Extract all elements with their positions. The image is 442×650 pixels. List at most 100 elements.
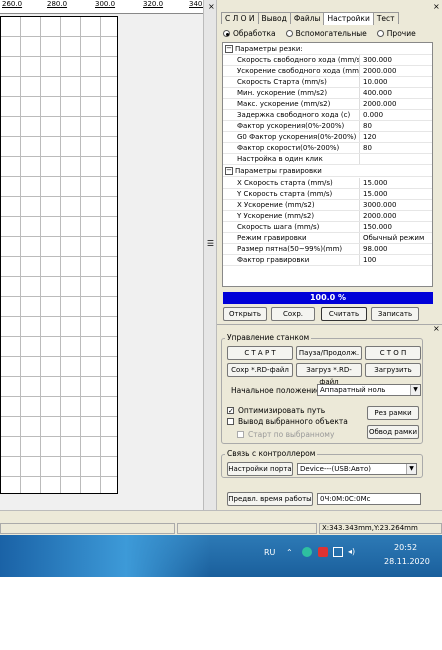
clock-date[interactable]: 28.11.2020 — [384, 557, 430, 567]
param-key: Фактор гравировки — [237, 255, 360, 265]
start-selected-label: Старт по выбранному — [248, 430, 335, 439]
param-value[interactable]: 10.000 — [363, 77, 431, 87]
output-selected-checkbox[interactable] — [227, 418, 234, 425]
param-row[interactable]: Ускорение свободного хода (mm/s2) 2000.00… — [223, 66, 432, 77]
optimize-checkbox[interactable]: ✓ — [227, 407, 234, 415]
tab-bar: С Л О И Вывод Файлы Настройки Тест — [221, 12, 399, 25]
progress-bar: 100.0 % — [223, 292, 433, 304]
open-button[interactable]: Открыть — [223, 307, 267, 321]
panel-splitter[interactable]: × ☰ — [203, 0, 217, 510]
start-selected-checkbox[interactable] — [237, 431, 244, 438]
windows-taskbar: RU ⌃ ◂) 20:52 28.11.2020 — [0, 535, 442, 577]
write-button[interactable]: Записать — [371, 307, 419, 321]
group-cut-params[interactable]: − Параметры резки: — [223, 44, 432, 55]
radio-other[interactable]: Прочие — [376, 29, 416, 38]
param-row[interactable]: Размер пятна(50~99%)(mm) 98.000 — [223, 244, 432, 255]
load-rd-button[interactable]: Загруз *.RD-файл — [296, 363, 362, 386]
estimate-time-button[interactable]: Предвл. время работы — [227, 492, 313, 506]
save-button[interactable]: Сохр. — [271, 307, 315, 321]
parameters-table[interactable]: − Параметры резки: Скорость свободного х… — [222, 42, 433, 287]
param-key: Скорость Старта (mm/s) — [237, 77, 360, 87]
param-row[interactable]: Y Ускорение (mm/s2) 2000.000 — [223, 211, 432, 222]
work-area-grid[interactable] — [0, 16, 118, 494]
start-button[interactable]: С Т А Р Т — [227, 346, 293, 360]
close-icon[interactable]: × — [208, 3, 215, 11]
download-button[interactable]: Загрузить — [365, 363, 421, 377]
param-row[interactable]: Макс. ускорение (mm/s2) 2000.000 — [223, 99, 432, 110]
param-value[interactable]: 80 — [363, 121, 431, 131]
close-icon[interactable]: × — [433, 3, 440, 11]
param-key: Скорость свободного хода (mm/s) — [237, 55, 360, 65]
param-value[interactable]: 150.000 — [363, 222, 431, 232]
save-rd-button[interactable]: Сохр *.RD-файл — [227, 363, 293, 377]
param-row[interactable]: Скорость шага (mm/s) 150.000 — [223, 222, 432, 233]
volume-icon[interactable]: ◂) — [348, 547, 355, 557]
param-value[interactable]: 0.000 — [363, 110, 431, 120]
chevron-down-icon[interactable]: ▼ — [410, 385, 420, 395]
param-row[interactable]: Скорость Старта (mm/s) 10.000 — [223, 77, 432, 88]
optimize-label: Оптимизировать путь — [238, 406, 326, 415]
ruler-tick: 260.0 — [2, 0, 23, 8]
device-select[interactable]: Device---(USB:Авто) ▼ — [297, 463, 417, 475]
param-row[interactable]: Режим гравировки Обычный режим — [223, 233, 432, 244]
clock-time[interactable]: 20:52 — [394, 543, 417, 553]
param-value[interactable]: 2000.000 — [363, 66, 431, 76]
param-row[interactable]: Фактор скорости(0%-200%) 80 — [223, 143, 432, 154]
param-row[interactable]: Фактор гравировки 100 — [223, 255, 432, 266]
param-row[interactable]: Настройка в один клик — [223, 154, 432, 165]
param-value[interactable]: 2000.000 — [363, 211, 431, 221]
param-value[interactable]: 3000.000 — [363, 200, 431, 210]
param-value[interactable]: 100 — [363, 255, 431, 265]
port-settings-button[interactable]: Настройки порта — [227, 462, 293, 476]
origin-select-value: Аппаратный ноль — [320, 386, 386, 394]
app-tray-icon[interactable] — [302, 547, 312, 557]
read-button[interactable]: Считать — [321, 307, 367, 321]
panel-divider[interactable]: × — [217, 324, 442, 333]
param-value[interactable]: 2000.000 — [363, 99, 431, 109]
language-indicator[interactable]: RU — [264, 548, 275, 558]
param-row[interactable]: G0 Фактор ускорения(0%-200%) 120 — [223, 132, 432, 143]
param-value[interactable]: 300.000 — [363, 55, 431, 65]
settings-panel: × С Л О И Вывод Файлы Настройки Тест Обр… — [217, 0, 442, 510]
security-tray-icon[interactable] — [318, 547, 328, 557]
tab-test[interactable]: Тест — [372, 12, 399, 24]
param-value[interactable]: 80 — [363, 143, 431, 153]
progress-text: 100.0 % — [309, 293, 347, 302]
param-row[interactable]: Скорость свободного хода (mm/s) 300.000 — [223, 55, 432, 66]
param-row[interactable]: X Ускорение (mm/s2) 3000.000 — [223, 200, 432, 211]
origin-select[interactable]: Аппаратный ноль ▼ — [317, 384, 421, 396]
tab-output[interactable]: Вывод — [257, 12, 291, 24]
collapse-icon[interactable]: − — [225, 167, 233, 175]
param-value[interactable]: 15.000 — [363, 178, 431, 188]
param-value[interactable]: 120 — [363, 132, 431, 142]
pause-resume-button[interactable]: Пауза/Продолж. — [296, 346, 362, 360]
work-canvas[interactable]: 260.0 280.0 300.0 320.0 340.0 — [0, 0, 203, 510]
param-row[interactable]: Y Скорость старта (mm/s) 15.000 — [223, 189, 432, 200]
close-icon[interactable]: × — [433, 325, 440, 333]
param-key: Режим гравировки — [237, 233, 360, 243]
collapse-icon[interactable]: − — [225, 45, 233, 53]
group-engrave-params[interactable]: − Параметры гравировки — [223, 166, 432, 177]
tab-layers[interactable]: С Л О И — [221, 12, 259, 24]
param-row[interactable]: Фактор ускорения(0%-200%) 80 — [223, 121, 432, 132]
chevron-down-icon[interactable]: ▼ — [406, 464, 416, 474]
param-row[interactable]: Мин. ускорение (mm/s2) 400.000 — [223, 88, 432, 99]
param-key: Мин. ускорение (mm/s2) — [237, 88, 360, 98]
taskbar-app-highlight[interactable] — [0, 535, 210, 577]
grip-icon[interactable]: ☰ — [206, 240, 215, 248]
param-value[interactable]: 15.000 — [363, 189, 431, 199]
radio-processing[interactable]: Обработка — [223, 29, 276, 38]
param-value[interactable]: Обычный режим — [363, 233, 431, 243]
tab-settings[interactable]: Настройки — [323, 12, 374, 25]
cut-frame-button[interactable]: Рез рамки — [367, 406, 419, 420]
stop-button[interactable]: С Т О П — [365, 346, 421, 360]
param-value[interactable]: 400.000 — [363, 88, 431, 98]
param-row[interactable]: Задержка свободного хода (с) 0.000 — [223, 110, 432, 121]
network-icon[interactable] — [333, 547, 343, 557]
trace-frame-button[interactable]: Обвод рамки — [367, 425, 419, 439]
param-row[interactable]: X Скорость старта (mm/s) 15.000 — [223, 178, 432, 189]
radio-auxiliary[interactable]: Вспомогательные — [285, 29, 367, 38]
chevron-up-icon[interactable]: ⌃ — [286, 548, 293, 558]
param-value[interactable]: 98.000 — [363, 244, 431, 254]
tab-files[interactable]: Файлы — [289, 12, 325, 24]
